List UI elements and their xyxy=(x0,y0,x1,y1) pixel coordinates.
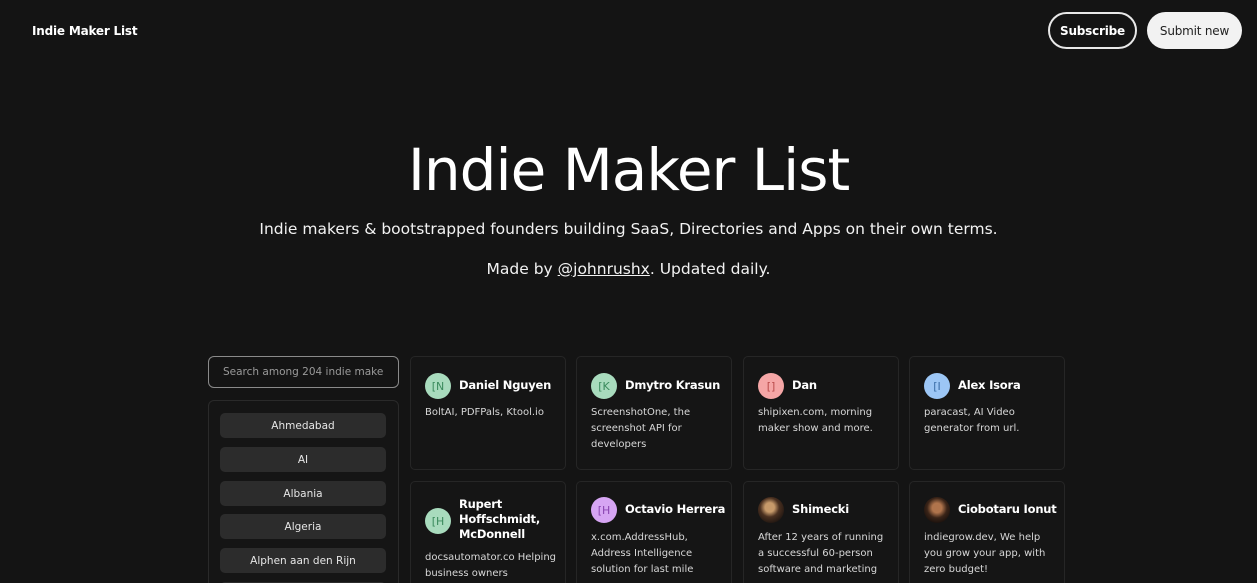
subscribe-button[interactable]: Subscribe xyxy=(1048,12,1137,49)
maker-description: indiegrow.dev, We help you grow your app… xyxy=(924,532,1046,575)
maker-card[interactable]: [H Octavio Herrera x.com.AddressHub, Add… xyxy=(576,481,732,583)
submit-new-button[interactable]: Submit new xyxy=(1147,12,1242,49)
brand-logo-text[interactable]: Indie Maker List xyxy=(32,24,138,38)
maker-name: Daniel Nguyen xyxy=(459,378,552,392)
maker-name: Alex Isora xyxy=(958,378,1021,392)
page-subtitle: Indie makers & bootstrapped founders bui… xyxy=(259,220,998,238)
maker-name: Ciobotaru Ionut xyxy=(958,502,1057,516)
maker-description: paracast, AI Video generator from url. xyxy=(924,407,1020,434)
maker-name: Dan xyxy=(792,378,817,392)
page-title: Indie Maker List xyxy=(407,136,850,204)
avatar: [H xyxy=(425,508,451,534)
filter-item-albania[interactable]: Albania xyxy=(220,481,386,506)
maker-name: Rupert Hoffschmidt, McDonnell xyxy=(459,497,541,541)
avatar: [N xyxy=(425,373,451,399)
filter-item-alphen-aan-den-rijn[interactable]: Alphen aan den Rijn xyxy=(220,548,386,573)
avatar: [I xyxy=(924,373,950,399)
maker-card[interactable]: [N Daniel Nguyen BoltAI, PDFPals, Ktool.… xyxy=(410,356,566,470)
made-by-suffix: . Updated daily. xyxy=(649,260,771,278)
maker-card[interactable]: [H Rupert Hoffschmidt, McDonnell docsaut… xyxy=(410,481,566,583)
maker-card[interactable]: Ciobotaru Ionut indiegrow.dev, We help y… xyxy=(909,481,1065,583)
avatar xyxy=(924,497,950,523)
filter-item-algeria[interactable]: Algeria xyxy=(220,514,386,539)
avatar: [K xyxy=(591,373,617,399)
search-input[interactable] xyxy=(208,356,399,388)
made-by-prefix: Made by xyxy=(486,260,558,278)
avatar: [] xyxy=(758,373,784,399)
maker-name: Shimecki xyxy=(792,502,850,516)
maker-name: Octavio Herrera xyxy=(625,502,726,516)
made-by-line: Made by @johnrushx. Updated daily. xyxy=(0,260,1257,278)
maker-card[interactable]: [K Dmytro Krasun ScreenshotOne, the scre… xyxy=(576,356,732,470)
filter-item-ai[interactable]: AI xyxy=(220,447,386,472)
filter-item-ahmedabad[interactable]: Ahmedabad xyxy=(220,413,386,438)
author-link[interactable]: @johnrushx xyxy=(558,260,650,278)
maker-name: Dmytro Krasun xyxy=(625,378,721,392)
maker-card[interactable]: [I Alex Isora paracast, AI Video generat… xyxy=(909,356,1065,470)
maker-description: ScreenshotOne, the screenshot API for de… xyxy=(591,407,691,450)
maker-card[interactable]: Shimecki After 12 years of running a suc… xyxy=(743,481,899,583)
avatar xyxy=(758,497,784,523)
maker-description: docsautomator.co Helping business owners xyxy=(425,552,557,579)
maker-description: BoltAI, PDFPals, Ktool.io xyxy=(425,407,544,418)
maker-card[interactable]: [] Dan shipixen.com, morning maker show … xyxy=(743,356,899,470)
maker-description: After 12 years of running a successful 6… xyxy=(758,532,884,575)
maker-description: shipixen.com, morning maker show and mor… xyxy=(758,407,873,434)
avatar: [H xyxy=(591,497,617,523)
filter-panel: Ahmedabad AI Albania Algeria Alphen aan … xyxy=(208,400,399,583)
maker-description: x.com.AddressHub, Address Intelligence s… xyxy=(591,532,694,575)
